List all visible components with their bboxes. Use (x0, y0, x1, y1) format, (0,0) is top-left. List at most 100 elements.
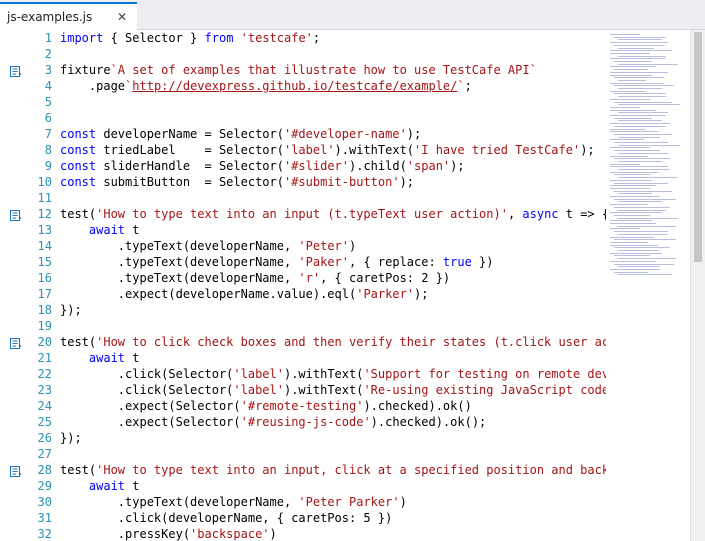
code-line[interactable]: 16 .typeText(developerName, 'r', { caret… (0, 270, 606, 287)
code-line[interactable]: 9 const sliderHandle = Selector('#slider'… (0, 158, 606, 175)
code-line[interactable]: 14 .typeText(developerName, 'Peter') (0, 238, 606, 255)
code-line[interactable]: 28 test('How to type text into an input, … (0, 462, 660, 479)
code-line[interactable]: 10 const submitButton = Selector('#submit… (0, 174, 606, 191)
minimap-line (614, 190, 672, 192)
code-line[interactable]: 6 (0, 110, 606, 127)
line-number: 26 (37, 431, 52, 445)
string-token: 'Support for testing on remote devices' (363, 367, 646, 381)
code-text: test('How to type text into an input (t.… (60, 206, 609, 223)
close-icon[interactable]: ✕ (113, 10, 131, 24)
code-line[interactable]: 5 (0, 94, 606, 111)
vertical-scrollbar[interactable] (690, 30, 705, 541)
code-line[interactable]: 20 test('How to click check boxes and the… (0, 334, 660, 351)
line-number: 31 (37, 511, 52, 525)
code-text: const submitButton = Selector('#submit-b… (60, 174, 414, 191)
code-line[interactable]: 26}); (0, 430, 606, 447)
code-line[interactable]: 21 await t (0, 350, 606, 367)
code-token: test( (60, 335, 97, 349)
code-line[interactable]: 31 .click(developerName, { caretPos: 5 }… (0, 510, 606, 527)
minimap-line (610, 123, 670, 125)
codelens-icon[interactable] (10, 337, 22, 349)
string-token: 'How to click check boxes and then verif… (96, 335, 660, 349)
minimap-line (610, 268, 660, 270)
minimap-line (614, 158, 670, 160)
line-number: 16 (37, 271, 52, 285)
string-token: '#developer-name' (283, 127, 407, 141)
string-token: 'backspace' (190, 527, 270, 541)
code-line[interactable]: 11 (0, 190, 606, 207)
keyword-token: const (60, 175, 97, 189)
code-line[interactable]: 25 .expect(Selector('#reusing-js-code').… (0, 414, 606, 431)
code-text: const developerName = Selector('#develop… (60, 126, 421, 143)
minimap-line (614, 36, 666, 38)
minimap-line (614, 239, 676, 241)
code-token: sliderHandle = Selector( (96, 159, 284, 173)
minimap-line (618, 201, 662, 203)
minimap-line (618, 39, 662, 41)
code-line[interactable]: 17 .expect(developerName.value).eql('Par… (0, 286, 606, 303)
code-line[interactable]: 1 import { Selector } from 'testcafe'; (0, 30, 606, 47)
minimap-line (618, 120, 662, 122)
code-line[interactable]: 13 await t (0, 222, 606, 239)
code-editor[interactable]: 1 import { Selector } from 'testcafe'; 2 3 f… (0, 30, 705, 541)
code-line[interactable]: 8 const triedLabel = Selector('label').wi… (0, 142, 606, 159)
code-line[interactable]: 15 .typeText(developerName, 'Paker', { r… (0, 254, 606, 271)
line-number: 18 (37, 303, 52, 317)
code-lines: 1 import { Selector } from 'testcafe'; 2 3 f… (0, 30, 660, 541)
string-token: 'Peter Parker' (298, 495, 400, 509)
line-number: 20 (37, 335, 52, 349)
scrollbar-thumb[interactable] (694, 32, 702, 262)
minimap-line (610, 179, 652, 181)
code-token: t => { (558, 207, 610, 221)
minimap[interactable] (606, 30, 690, 541)
codelens-icon[interactable] (10, 65, 22, 77)
keyword-token: await (88, 223, 126, 237)
tab-js-examples[interactable]: js-examples.js ✕ (0, 2, 137, 30)
code-line[interactable]: 2 (0, 46, 606, 63)
code-token: t (125, 351, 140, 365)
minimap-line (614, 271, 648, 273)
string-token: 'Paker' (298, 255, 349, 269)
line-number: 11 (37, 191, 52, 205)
keyword-token: const (60, 127, 97, 141)
code-line[interactable]: 22 .click(Selector('label').withText('Su… (0, 366, 660, 383)
minimap-line (618, 193, 652, 195)
code-line[interactable]: 12 test('How to type text into an input (… (0, 206, 609, 223)
line-number: 25 (37, 415, 52, 429)
code-line[interactable]: 3 fixture`A set of examples that illustra… (0, 62, 606, 79)
string-token: 'Parker' (356, 287, 415, 301)
codelens-icon[interactable] (10, 209, 22, 221)
minimap-line (610, 128, 646, 130)
minimap-line (610, 115, 666, 116)
code-token: .click(Selector( (60, 367, 234, 381)
code-line[interactable]: 32 .pressKey('backspace') (0, 526, 606, 541)
code-text: .click(developerName, { caretPos: 5 }) (60, 510, 393, 527)
code-line[interactable]: 29 await t (0, 478, 606, 495)
code-token: ) (269, 527, 277, 541)
minimap-line (610, 66, 656, 68)
minimap-line (610, 252, 662, 254)
minimap-line (614, 125, 666, 127)
codelens-icon[interactable] (10, 465, 22, 477)
code-line[interactable]: 7 const developerName = Selector('#develo… (0, 126, 606, 143)
code-token: ).child( (349, 159, 407, 173)
minimap-line (618, 274, 672, 276)
code-token: ).withText( (334, 143, 415, 157)
code-token: ); (414, 287, 429, 301)
code-line[interactable]: 23 .click(Selector('label').withText('Re… (0, 382, 660, 399)
code-line[interactable]: 18}); (0, 302, 606, 319)
minimap-line (618, 88, 662, 89)
code-line[interactable]: 19 (0, 318, 606, 335)
minimap-line (614, 214, 650, 216)
code-line[interactable]: 27 (0, 446, 606, 463)
code-token: .click(developerName, { caretPos: 5 }) (60, 511, 393, 525)
code-line[interactable]: 4 .page `http://devexpress.github.io/test… (0, 78, 606, 95)
minimap-line (610, 82, 664, 84)
url-link[interactable]: http://devexpress.github.io/testcafe/exa… (132, 79, 457, 93)
line-number: 29 (37, 479, 52, 493)
code-line[interactable]: 30 .typeText(developerName, 'Peter Parke… (0, 494, 606, 511)
minimap-line (614, 247, 670, 249)
minimap-line (614, 150, 660, 152)
string-token: 'Peter' (298, 239, 349, 253)
code-line[interactable]: 24 .expect(Selector('#remote-testing').c… (0, 398, 606, 415)
